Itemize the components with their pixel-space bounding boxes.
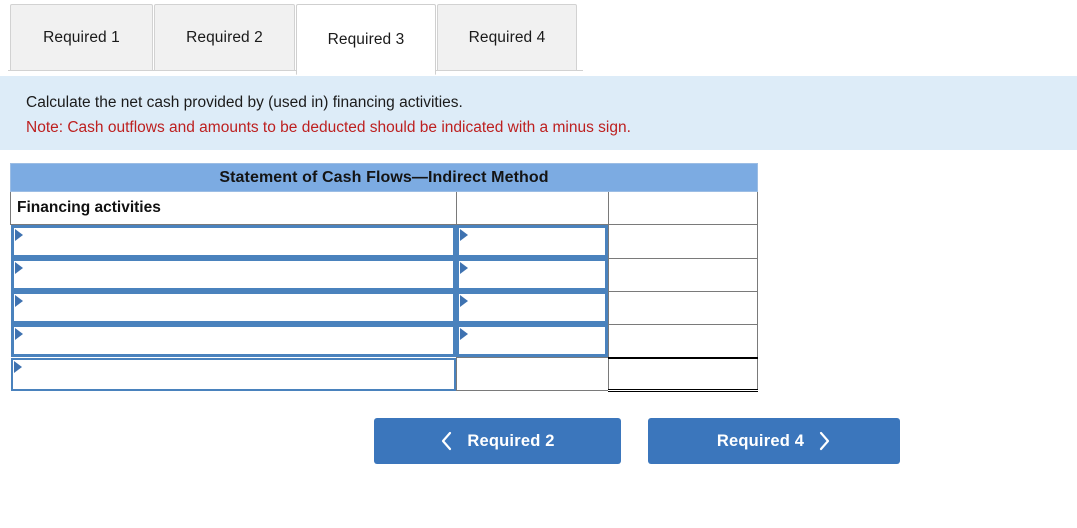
row-1-amount-cell xyxy=(456,225,608,258)
statement-title: Statement of Cash Flows—Indirect Method xyxy=(10,163,758,192)
row-2-total-cell xyxy=(607,257,759,292)
row-4-description-input[interactable] xyxy=(10,324,457,357)
section-total-cell xyxy=(607,191,759,225)
table-row-total xyxy=(10,356,759,392)
chevron-left-icon xyxy=(440,431,453,451)
row-3-amount-input[interactable] xyxy=(456,291,608,324)
table-row xyxy=(10,323,759,358)
tab-required-4[interactable]: Required 4 xyxy=(437,4,577,71)
tab-required-1-label: Required 1 xyxy=(43,28,120,46)
previous-required-button[interactable]: Required 2 xyxy=(374,418,621,464)
instruction-prompt: Calculate the net cash provided by (used… xyxy=(26,94,463,111)
section-label-financing-activities: Financing activities xyxy=(10,191,457,225)
table-row xyxy=(10,290,759,325)
row-2-amount-input[interactable] xyxy=(456,258,608,291)
tab-required-3[interactable]: Required 3 xyxy=(296,4,436,75)
row-5-total-cell xyxy=(607,356,759,392)
row-4-total-cell xyxy=(607,323,759,358)
row-3-total-cell xyxy=(607,290,759,325)
table-row xyxy=(10,257,759,292)
statement-of-cash-flows-table: Statement of Cash Flows—Indirect Method … xyxy=(10,163,759,392)
row-1-description-input[interactable] xyxy=(10,225,457,258)
row-1-total-cell xyxy=(607,224,759,259)
next-required-button[interactable]: Required 4 xyxy=(648,418,900,464)
table-header-row: Statement of Cash Flows—Indirect Method xyxy=(10,163,758,192)
chevron-right-icon xyxy=(818,431,831,451)
row-4-amount-cell xyxy=(456,324,608,358)
row-5-amount-cell xyxy=(455,357,609,391)
row-1-description-cell xyxy=(10,225,457,258)
row-3-description-input[interactable] xyxy=(10,291,457,324)
tab-strip: Required 1 Required 2 Required 3 Require… xyxy=(0,0,1077,75)
tab-required-1[interactable]: Required 1 xyxy=(10,4,153,71)
next-required-button-label: Required 4 xyxy=(716,431,805,450)
section-header-row: Financing activities xyxy=(10,191,759,225)
row-4-amount-input[interactable] xyxy=(456,324,608,357)
row-5-description-input[interactable] xyxy=(10,357,456,391)
row-1-amount-input[interactable] xyxy=(456,225,608,258)
instruction-banner: Calculate the net cash provided by (used… xyxy=(0,76,1077,150)
row-2-amount-cell xyxy=(456,258,608,291)
tab-required-4-label: Required 4 xyxy=(468,28,546,46)
row-5-description-cell xyxy=(10,357,457,391)
instruction-note: Note: Cash outflows and amounts to be de… xyxy=(26,119,631,136)
row-4-description-cell xyxy=(10,324,457,358)
row-3-description-cell xyxy=(10,291,457,324)
row-2-description-input[interactable] xyxy=(10,258,457,291)
row-2-description-cell xyxy=(10,258,457,291)
tab-required-2[interactable]: Required 2 xyxy=(154,4,295,71)
table-row xyxy=(10,224,759,259)
row-3-amount-cell xyxy=(456,291,608,324)
tab-required-3-label: Required 3 xyxy=(327,30,405,48)
tab-required-2-label: Required 2 xyxy=(186,28,263,46)
section-amount-cell xyxy=(455,191,609,225)
previous-required-button-label: Required 2 xyxy=(467,431,555,450)
